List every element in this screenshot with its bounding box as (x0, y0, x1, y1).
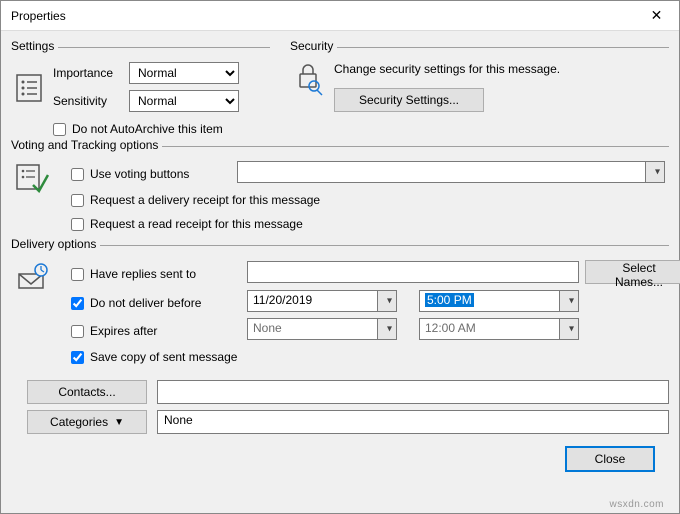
have-replies-checkbox[interactable] (71, 268, 84, 281)
read-receipt-checkbox[interactable] (71, 218, 84, 231)
delivery-legend: Delivery options (11, 237, 100, 251)
settings-group: Settings Impor (11, 47, 270, 142)
have-replies-label: Have replies sent to (90, 267, 196, 281)
use-voting-label: Use voting buttons (90, 167, 189, 181)
delivery-group: Delivery options Have replies sent to Se… (11, 245, 669, 370)
close-icon[interactable]: ✕ (634, 1, 679, 31)
delivery-receipt-checkbox[interactable] (71, 194, 84, 207)
close-button[interactable]: Close (565, 446, 655, 472)
titlebar: Properties ✕ (1, 1, 679, 31)
security-icon (294, 62, 334, 112)
contacts-input[interactable] (157, 380, 669, 404)
voting-combo[interactable]: ▾ (237, 161, 665, 183)
delivery-receipt-label: Request a delivery receipt for this mess… (90, 193, 320, 207)
delivery-icon (15, 260, 65, 294)
have-replies-input[interactable] (247, 261, 579, 283)
do-not-deliver-label: Do not deliver before (90, 296, 201, 310)
chevron-down-icon: ▼ (114, 417, 124, 428)
watermark: wsxdn.com (609, 499, 664, 510)
chevron-down-icon: ▾ (655, 167, 660, 178)
autoarchive-label: Do not AutoArchive this item (72, 122, 223, 136)
contacts-button[interactable]: Contacts... (27, 380, 147, 404)
chevron-down-icon: ▾ (387, 296, 392, 307)
save-copy-label: Save copy of sent message (90, 350, 237, 364)
importance-label: Importance (53, 66, 129, 80)
voting-legend: Voting and Tracking options (11, 138, 162, 152)
use-voting-checkbox[interactable] (71, 168, 84, 181)
window-title: Properties (11, 9, 66, 23)
security-description: Change security settings for this messag… (334, 62, 665, 88)
expires-checkbox[interactable] (71, 325, 84, 338)
select-names-button[interactable]: Select Names... (585, 260, 680, 284)
chevron-down-icon: ▾ (569, 296, 574, 307)
expires-label: Expires after (90, 324, 157, 338)
settings-legend: Settings (11, 39, 58, 53)
expires-date-combo[interactable]: None ▾ (247, 318, 397, 340)
do-not-deliver-time-combo[interactable]: 5:00 PM ▾ (419, 290, 579, 312)
security-settings-button[interactable]: Security Settings... (334, 88, 484, 112)
sensitivity-select[interactable]: Normal (129, 90, 239, 112)
expires-time-combo[interactable]: 12:00 AM ▾ (419, 318, 579, 340)
read-receipt-label: Request a read receipt for this message (90, 217, 303, 231)
settings-icon (15, 71, 53, 103)
security-legend: Security (290, 39, 337, 53)
categories-button[interactable]: Categories ▼ (27, 410, 147, 434)
save-copy-checkbox[interactable] (71, 351, 84, 364)
content: Settings Impor (1, 31, 679, 482)
security-group: Security Change security settings for th… (290, 47, 669, 142)
chevron-down-icon: ▾ (569, 324, 574, 335)
voting-icon (15, 161, 65, 193)
voting-group: Voting and Tracking options Use voting b… (11, 146, 669, 237)
do-not-deliver-date-combo[interactable]: 11/20/2019 ▾ (247, 290, 397, 312)
sensitivity-label: Sensitivity (53, 94, 129, 108)
autoarchive-checkbox[interactable] (53, 123, 66, 136)
chevron-down-icon: ▾ (387, 324, 392, 335)
importance-select[interactable]: Normal (129, 62, 239, 84)
categories-input[interactable]: None (157, 410, 669, 434)
do-not-deliver-checkbox[interactable] (71, 297, 84, 310)
